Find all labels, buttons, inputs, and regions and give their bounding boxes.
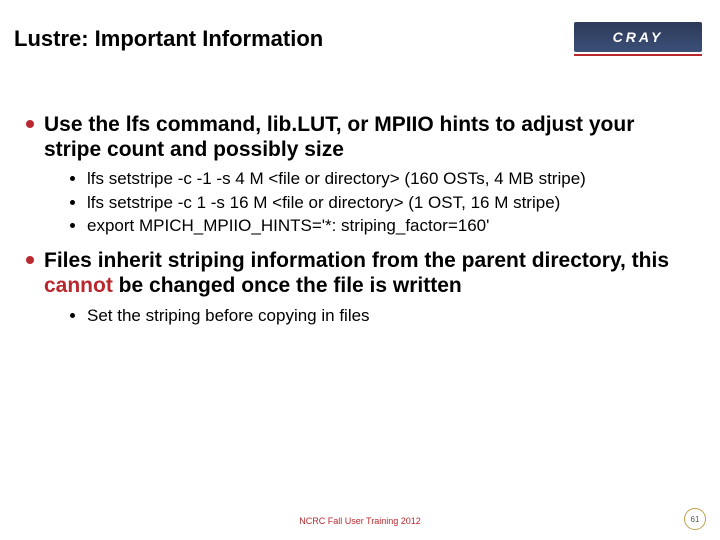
sub-bullets: Set the striping before copying in files bbox=[70, 305, 694, 326]
bullet-dot-icon bbox=[26, 120, 34, 128]
bullet-dot-icon bbox=[70, 313, 75, 318]
bullet-dot-icon bbox=[70, 176, 75, 181]
bullet-level2: lfs setstripe -c -1 -s 4 M <file or dire… bbox=[70, 168, 694, 189]
text-pre: Files inherit striping information from … bbox=[44, 249, 669, 272]
text-post: be changed once the file is written bbox=[113, 274, 462, 297]
sub-bullet-text: Set the striping before copying in files bbox=[87, 305, 370, 326]
bullet-level1: Files inherit striping information from … bbox=[26, 248, 694, 298]
sub-bullet-text: lfs setstripe -c -1 -s 4 M <file or dire… bbox=[87, 168, 586, 189]
bullet-level2: Set the striping before copying in files bbox=[70, 305, 694, 326]
bullet-level2: lfs setstripe -c 1 -s 16 M <file or dire… bbox=[70, 192, 694, 213]
bullet-level1: Use the lfs command, lib.LUT, or MPIIO h… bbox=[26, 112, 694, 162]
bullet-level2: export MPICH_MPIIO_HINTS='*: striping_fa… bbox=[70, 215, 694, 236]
logo-underline bbox=[574, 54, 702, 56]
brand-logo: CRAY bbox=[574, 22, 702, 52]
slide-title: Lustre: Important Information bbox=[14, 26, 323, 52]
slide: Lustre: Important Information CRAY Use t… bbox=[0, 0, 720, 540]
bullet-dot-icon bbox=[70, 223, 75, 228]
bullet-dot-icon bbox=[26, 256, 34, 264]
sub-bullet-text: lfs setstripe -c 1 -s 16 M <file or dire… bbox=[87, 192, 560, 213]
logo-text: CRAY bbox=[613, 29, 664, 45]
bullet-dot-icon bbox=[70, 200, 75, 205]
sub-bullet-text: export MPICH_MPIIO_HINTS='*: striping_fa… bbox=[87, 215, 489, 236]
content-area: Use the lfs command, lib.LUT, or MPIIO h… bbox=[26, 112, 694, 338]
sub-bullets: lfs setstripe -c -1 -s 4 M <file or dire… bbox=[70, 168, 694, 236]
page-number-badge: 61 bbox=[684, 508, 706, 530]
bullet-text: Files inherit striping information from … bbox=[44, 248, 694, 298]
logo-box: CRAY bbox=[574, 22, 702, 52]
bullet-text: Use the lfs command, lib.LUT, or MPIIO h… bbox=[44, 112, 694, 162]
text-emphasis-red: cannot bbox=[44, 274, 113, 297]
page-number: 61 bbox=[691, 515, 700, 524]
footer-text: NCRC Fall User Training 2012 bbox=[0, 516, 720, 526]
